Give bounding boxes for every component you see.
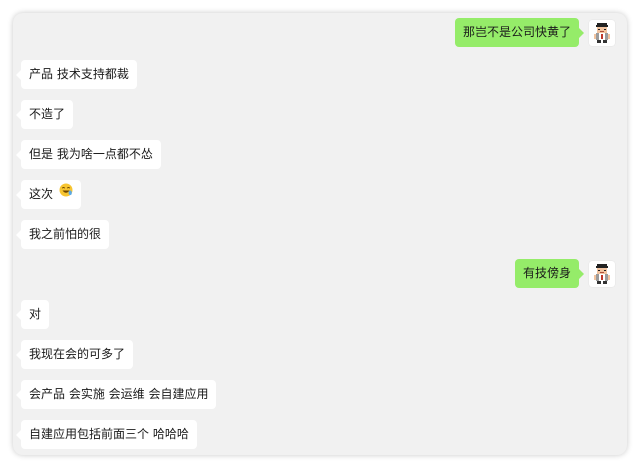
message-bubble-incoming[interactable]: 自建应用包括前面三个 哈哈哈 (16, 420, 197, 449)
message-bubble-outgoing[interactable]: 有技傍身 (514, 259, 585, 288)
chat-window: 那岂不是公司快黄了 产品 技术支持都裁 不造了 但是 我为啥一点都不怂 这次 我… (13, 13, 627, 455)
avatar-icon[interactable] (589, 19, 615, 46)
avatar-icon[interactable] (589, 260, 615, 287)
message-row-outgoing: 那岂不是公司快黄了 (454, 18, 615, 47)
message-row-incoming: 不造了 (15, 100, 74, 129)
message-row-incoming: 产品 技术支持都裁 (16, 60, 137, 89)
message-row-incoming: 会产品 会实施 会运维 会自建应用 (15, 380, 217, 409)
message-row-incoming: 这次 (15, 179, 82, 209)
message-bubble-incoming[interactable]: 但是 我为啥一点都不怂 (16, 140, 161, 169)
message-bubble-incoming[interactable]: 会产品 会实施 会运维 会自建应用 (15, 380, 217, 409)
message-row-incoming: 我之前怕的很 (15, 220, 110, 249)
message-text: 这次 (29, 187, 54, 201)
message-row-incoming: 但是 我为啥一点都不怂 (16, 140, 161, 169)
message-bubble-incoming[interactable]: 产品 技术支持都裁 (16, 60, 137, 89)
message-bubble-incoming[interactable]: 不造了 (15, 100, 74, 129)
laughing-emoji-icon (59, 179, 73, 208)
message-bubble-incoming[interactable]: 这次 (15, 179, 82, 209)
message-bubble-incoming[interactable]: 我现在会的可多了 (15, 340, 134, 369)
message-bubble-incoming[interactable]: 对 (15, 300, 50, 329)
message-bubble-outgoing[interactable]: 那岂不是公司快黄了 (454, 18, 585, 47)
message-row-incoming: 对 (15, 300, 50, 329)
message-row-incoming: 我现在会的可多了 (15, 340, 134, 369)
message-bubble-incoming[interactable]: 我之前怕的很 (15, 220, 110, 249)
message-row-outgoing: 有技傍身 (514, 259, 615, 288)
message-row-incoming: 自建应用包括前面三个 哈哈哈 (16, 420, 197, 449)
